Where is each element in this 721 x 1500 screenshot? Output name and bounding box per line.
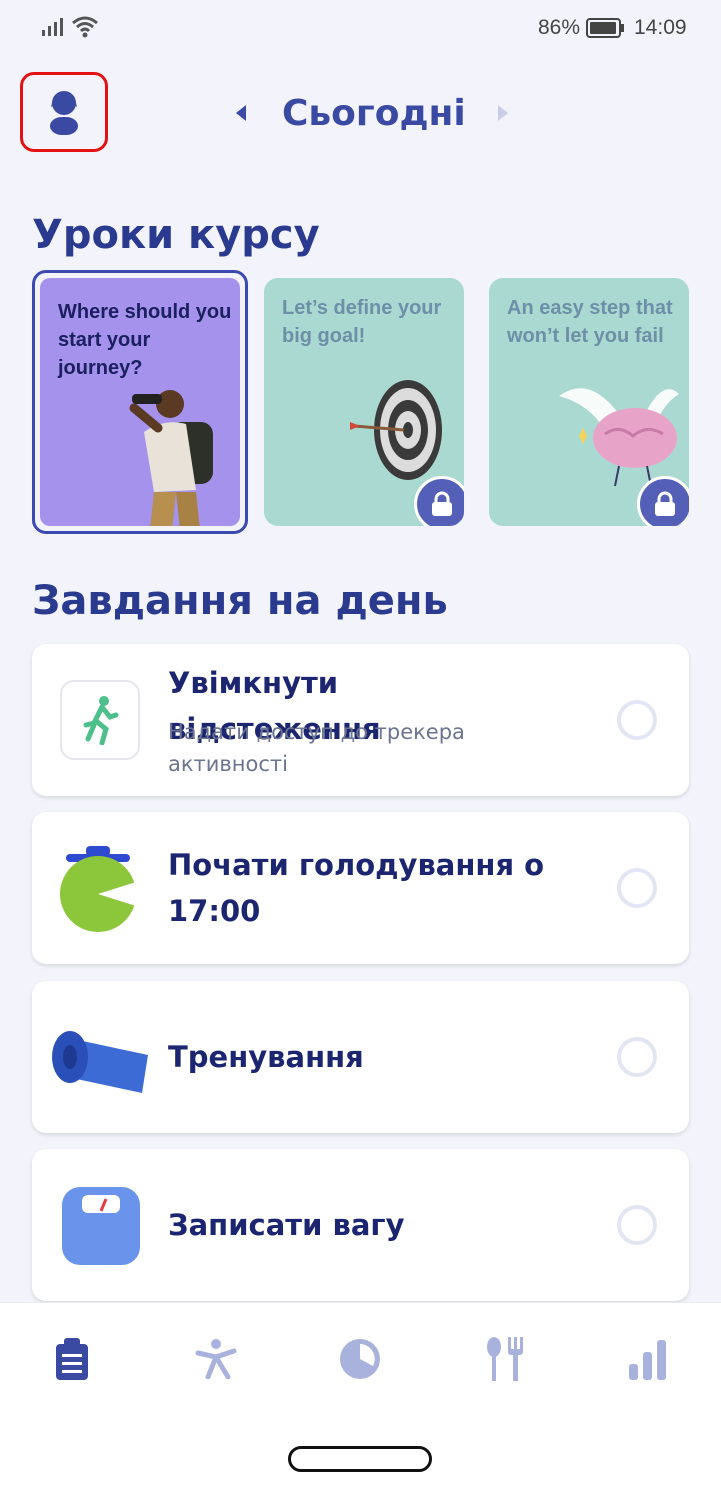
task-workout[interactable]: Тренування	[32, 981, 689, 1133]
status-bar: 86% 14:09	[0, 0, 721, 58]
nav-activity[interactable]	[194, 1337, 238, 1381]
task-title: Почати голодування о 17:00	[168, 848, 545, 928]
dartboard-icon	[350, 380, 442, 480]
nav-stats[interactable]	[626, 1337, 670, 1381]
nav-food[interactable]	[482, 1337, 526, 1381]
fasting-timer-icon	[60, 846, 136, 932]
task-enable-tracking[interactable]: Увімкнути відстеження Надати доступ до т…	[32, 644, 689, 796]
tasks-section-title: Завдання на день	[32, 578, 448, 624]
scale-icon	[62, 1187, 140, 1265]
task-checkbox[interactable]	[617, 1037, 657, 1077]
nav-today[interactable]	[50, 1337, 94, 1381]
date-navigator: Сьогодні	[236, 88, 508, 138]
task-checkbox[interactable]	[617, 700, 657, 740]
lesson-card-start-journey[interactable]: Where should you start your journey?	[32, 270, 248, 534]
task-checkbox[interactable]	[617, 1205, 657, 1245]
task-log-weight[interactable]: Записати вагу	[32, 1149, 689, 1301]
lock-icon	[414, 476, 464, 526]
profile-button[interactable]	[20, 72, 108, 152]
task-title: Записати вагу	[168, 1208, 405, 1242]
bottom-navigation	[0, 1302, 721, 1500]
lesson-card-big-goal[interactable]: Let’s define your big goal!	[264, 278, 464, 526]
lessons-section-title: Уроки курсу	[32, 212, 320, 258]
nav-fasting[interactable]	[338, 1337, 382, 1381]
wifi-icon	[72, 16, 98, 38]
fasting-icon	[340, 1339, 380, 1379]
home-indicator[interactable]	[288, 1446, 432, 1472]
signal-icon	[42, 18, 63, 36]
task-checkbox[interactable]	[617, 868, 657, 908]
running-person-icon	[60, 680, 140, 760]
lesson-card-text: Let’s define your big goal!	[282, 297, 442, 347]
task-title: Тренування	[168, 1040, 364, 1074]
lesson-card-easy-step[interactable]: An easy step that won’t let you fail	[489, 278, 689, 526]
status-time: 14:09	[634, 16, 687, 39]
lesson-card-background: Where should you start your journey?	[40, 278, 240, 526]
lock-icon	[637, 476, 689, 526]
traveler-with-binoculars-icon	[129, 390, 213, 526]
user-avatar-icon	[50, 91, 78, 135]
battery-percent: 86%	[538, 16, 581, 39]
battery-icon	[586, 18, 624, 38]
food-icon	[487, 1337, 523, 1381]
yoga-mat-icon	[52, 1031, 148, 1093]
task-start-fasting[interactable]: Почати голодування о 17:00	[32, 812, 689, 964]
prev-day-arrow-icon[interactable]	[236, 105, 246, 121]
task-subtitle: Надати доступ до трекера активності	[168, 720, 465, 776]
activity-icon	[195, 1339, 237, 1379]
lesson-card-text: An easy step that won’t let you fail	[507, 297, 673, 347]
clipboard-icon	[56, 1338, 88, 1380]
lesson-card-text: Where should you start your journey?	[58, 301, 232, 379]
date-title: Сьогодні	[282, 92, 466, 134]
next-day-arrow-icon[interactable]	[497, 105, 508, 121]
stats-icon	[629, 1340, 666, 1380]
